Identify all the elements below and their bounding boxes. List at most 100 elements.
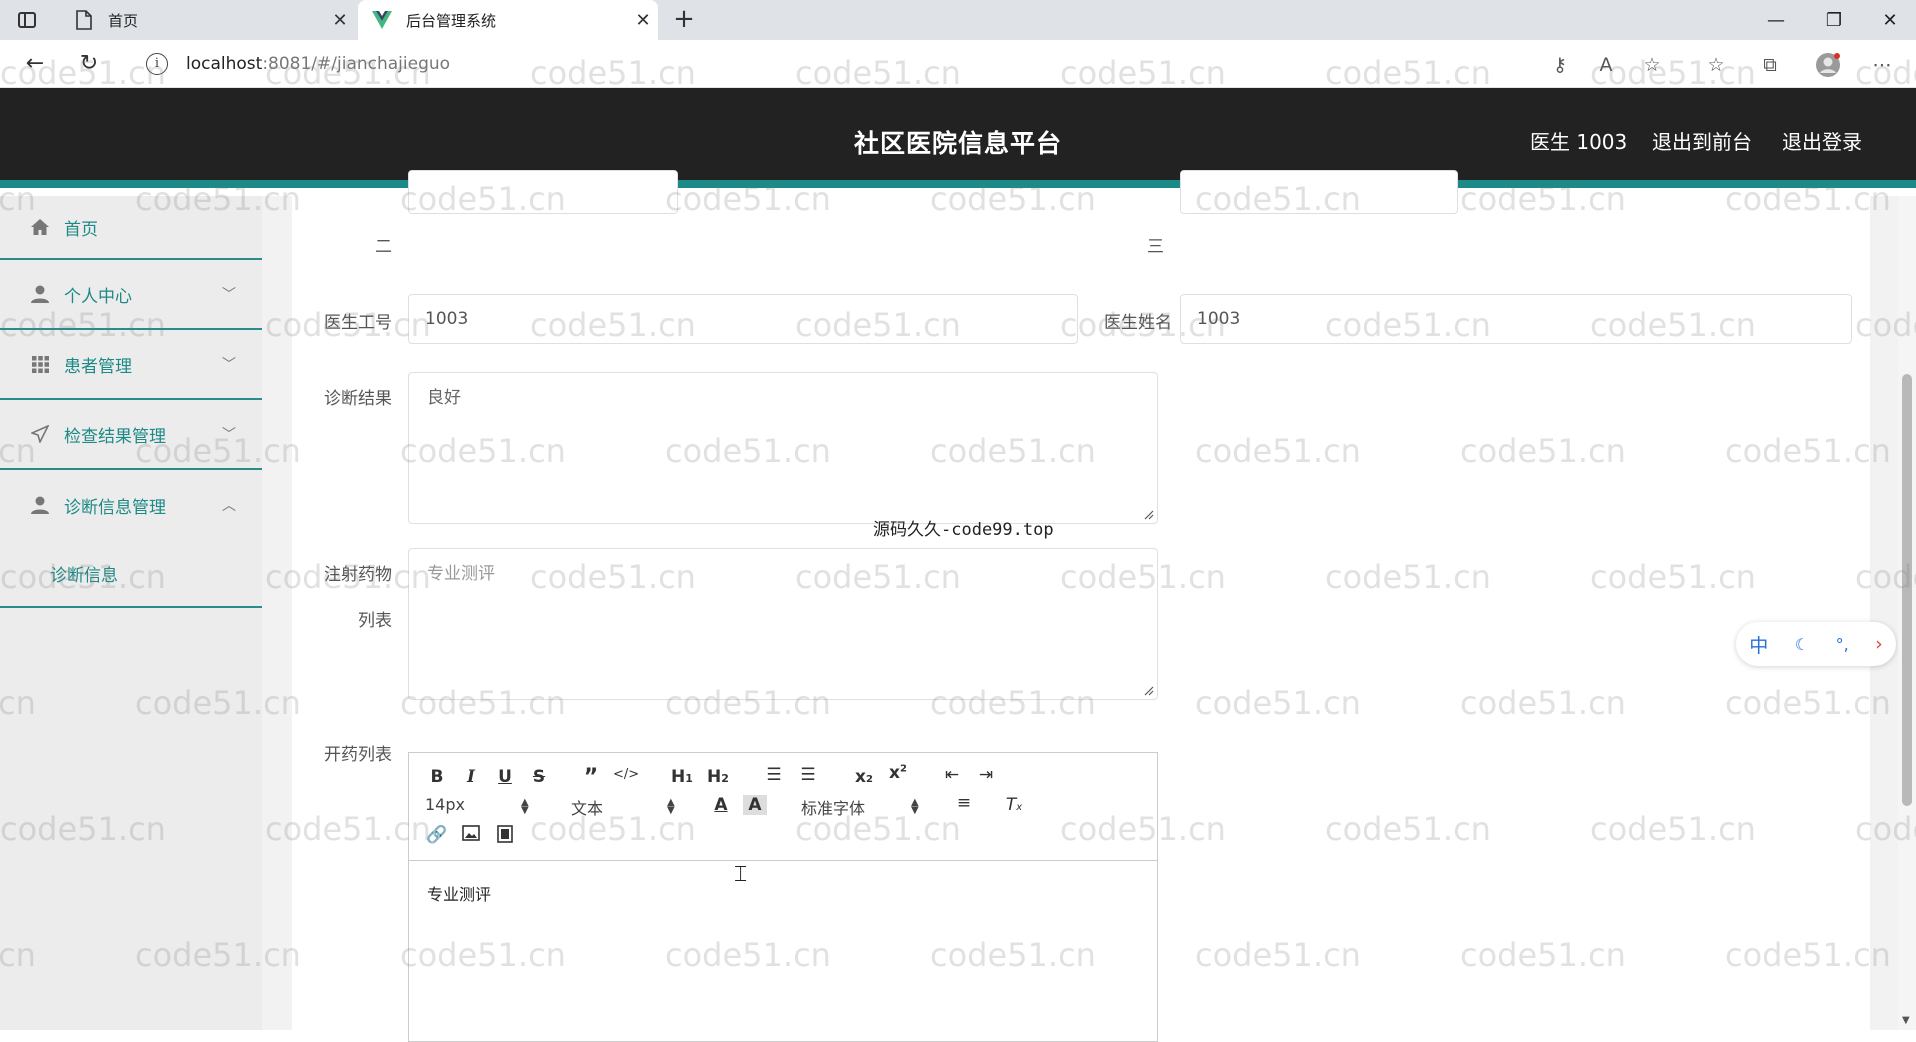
italic-icon[interactable]: I — [459, 767, 483, 787]
font-family-select[interactable]: 标准字体 ▲ ▼ — [801, 795, 921, 819]
ime-language[interactable]: 中 — [1749, 631, 1768, 658]
punctuation-icon[interactable]: °, — [1836, 635, 1849, 654]
strike-icon[interactable]: S — [527, 767, 551, 787]
image-icon[interactable] — [459, 825, 483, 846]
diagnosis-textarea[interactable]: 良好 — [408, 372, 1158, 524]
clipped-input-left[interactable] — [408, 170, 678, 214]
sidebar-item-diagnosis-management[interactable]: 诊断信息管理 ︿ — [0, 470, 262, 540]
profile-avatar[interactable] — [1814, 52, 1842, 78]
subscript-icon[interactable]: x2 — [849, 767, 879, 787]
editor-toolbar: B I U S ” </> H1 H2 ☰ ☰ x2 x2 ⇤ ⇥ 14px ▲… — [409, 753, 1157, 861]
clipped-label-right: 三 — [1147, 237, 1164, 257]
exit-to-front-link[interactable]: 退出到前台 — [1652, 126, 1752, 155]
restore-icon[interactable]: ❐ — [1806, 0, 1862, 40]
more-icon[interactable]: ⋯ — [1868, 52, 1896, 78]
heading2-icon[interactable]: H2 — [703, 767, 733, 787]
page-scrollbar[interactable]: ▼ — [1898, 196, 1916, 1030]
collections-icon[interactable]: ⧉ — [1756, 52, 1784, 78]
font-size-select[interactable]: 14px ▲ ▼ — [425, 795, 531, 816]
chevron-down-icon: ﹀ — [222, 357, 236, 373]
ime-widget[interactable]: 中 ☾ °, › — [1736, 622, 1896, 666]
chevron-right-icon[interactable]: › — [1875, 633, 1883, 655]
sidebar-item-patient-management[interactable]: 患者管理 ﹀ — [0, 330, 262, 400]
sidebar-item-label: 诊断信息管理 — [64, 497, 166, 518]
scrollbar-thumb[interactable] — [1902, 374, 1912, 806]
sidebar-item-label: 患者管理 — [64, 356, 132, 377]
sidebar-item-label: 首页 — [64, 219, 98, 240]
sidebar-item-personal-center[interactable]: 个人中心 ﹀ — [0, 260, 262, 330]
injection-label-line2: 列表 — [358, 611, 392, 631]
user-icon — [28, 285, 52, 303]
link-icon[interactable]: 🔗 — [425, 825, 449, 845]
browser-tab-admin[interactable]: 后台管理系统 ✕ — [358, 0, 658, 40]
sidebar-item-exam-results[interactable]: 检查结果管理 ﹀ — [0, 400, 262, 470]
indent-icon[interactable]: ⇥ — [971, 765, 1001, 785]
favorites-icon[interactable]: ☆ — [1702, 52, 1730, 78]
text-type-select[interactable]: 文本 ▲ ▼ — [571, 795, 677, 819]
clear-format-icon[interactable]: Tx — [999, 795, 1029, 815]
bold-icon[interactable]: B — [425, 767, 449, 787]
minimize-icon[interactable]: — — [1748, 0, 1804, 40]
app-header: 社区医院信息平台 医生 1003 退出到前台 退出登录 — [0, 88, 1916, 188]
resize-grip-icon[interactable] — [1144, 510, 1154, 520]
doctor-name-label: 医生姓名 — [1104, 313, 1172, 333]
prescription-label: 开药列表 — [324, 745, 392, 765]
superscript-icon[interactable]: x2 — [883, 763, 913, 783]
doctor-id-field[interactable]: 1003 — [408, 294, 1078, 344]
resize-grip-icon[interactable] — [1144, 686, 1154, 696]
editor-content[interactable]: 专业测评 — [427, 881, 491, 905]
info-icon[interactable]: i — [146, 53, 168, 75]
browser-tabstrip: 首页 ✕ 后台管理系统 ✕ + — ❐ ✕ — [0, 0, 1916, 40]
text-cursor-icon: ⌶ — [734, 862, 748, 887]
read-aloud-icon[interactable]: A — [1592, 52, 1620, 78]
moon-icon[interactable]: ☾ — [1795, 635, 1809, 654]
align-icon[interactable]: ≡ — [949, 793, 979, 813]
sidebar-subitem-diagnosis-info[interactable]: 诊断信息 — [0, 540, 262, 608]
underline-icon[interactable]: U — [493, 767, 517, 787]
scroll-down-icon[interactable]: ▼ — [1902, 1015, 1910, 1026]
video-icon[interactable] — [493, 825, 517, 848]
font-color-icon[interactable]: A — [709, 795, 733, 815]
close-icon[interactable]: ✕ — [325, 10, 355, 31]
diagnosis-label: 诊断结果 — [324, 389, 392, 409]
doctor-id-label: 医生工号 — [324, 313, 392, 333]
window-close-icon[interactable]: ✕ — [1862, 0, 1916, 40]
heading1-icon[interactable]: H1 — [667, 767, 697, 787]
vue-icon — [372, 10, 392, 30]
refresh-icon[interactable]: ↻ — [72, 48, 106, 80]
bullet-list-icon[interactable]: ☰ — [793, 765, 823, 785]
doctor-name-field[interactable]: 1003 — [1180, 294, 1852, 344]
chevron-down-icon: ﹀ — [222, 287, 236, 303]
tab-title: 后台管理系统 — [406, 11, 497, 30]
injection-textarea[interactable]: 专业测评 — [408, 548, 1158, 700]
clipped-input-right[interactable] — [1180, 170, 1458, 214]
favorite-add-icon[interactable]: ☆ — [1638, 52, 1666, 78]
prescription-editor[interactable]: B I U S ” </> H1 H2 ☰ ☰ x2 x2 ⇤ ⇥ 14px ▲… — [408, 752, 1158, 1042]
outdent-icon[interactable]: ⇤ — [937, 765, 967, 785]
select-arrows-icon: ▲ ▼ — [911, 797, 919, 816]
clipped-label-left: 二 — [375, 237, 392, 257]
logout-link[interactable]: 退出登录 — [1782, 126, 1862, 155]
browser-tab-home[interactable]: 首页 ✕ — [60, 0, 355, 40]
close-icon[interactable]: ✕ — [628, 10, 658, 31]
code-icon[interactable]: </> — [613, 767, 639, 782]
current-user: 医生 1003 — [1530, 130, 1628, 154]
sidebar-item-label: 个人中心 — [64, 286, 132, 307]
ordered-list-icon[interactable]: ☰ — [759, 765, 789, 785]
sidebar: 首页 个人中心 ﹀ 患者管理 ﹀ 检查结果管理 ﹀ 诊断信息管理 ︿ 诊断信息 — [0, 196, 262, 1030]
new-tab-icon[interactable]: + — [668, 4, 700, 36]
tab-actions-icon[interactable] — [14, 8, 40, 32]
url-field[interactable]: i localhost:8081/#/jianchajieguo — [130, 46, 1670, 82]
blockquote-icon[interactable]: ” — [579, 765, 603, 790]
injection-placeholder: 专业测评 — [427, 564, 495, 584]
injection-label-line1: 注射药物 — [324, 565, 392, 585]
send-icon — [28, 425, 52, 443]
back-icon[interactable]: ← — [18, 48, 52, 80]
background-color-icon[interactable]: A — [743, 795, 767, 815]
home-icon — [28, 219, 52, 235]
key-icon[interactable]: ⚷ — [1546, 52, 1574, 78]
tab-title: 首页 — [108, 11, 139, 30]
url-text: localhost:8081/#/jianchajieguo — [186, 54, 451, 74]
select-arrows-icon: ▲ ▼ — [667, 797, 675, 816]
sidebar-item-home[interactable]: 首页 — [0, 196, 262, 260]
